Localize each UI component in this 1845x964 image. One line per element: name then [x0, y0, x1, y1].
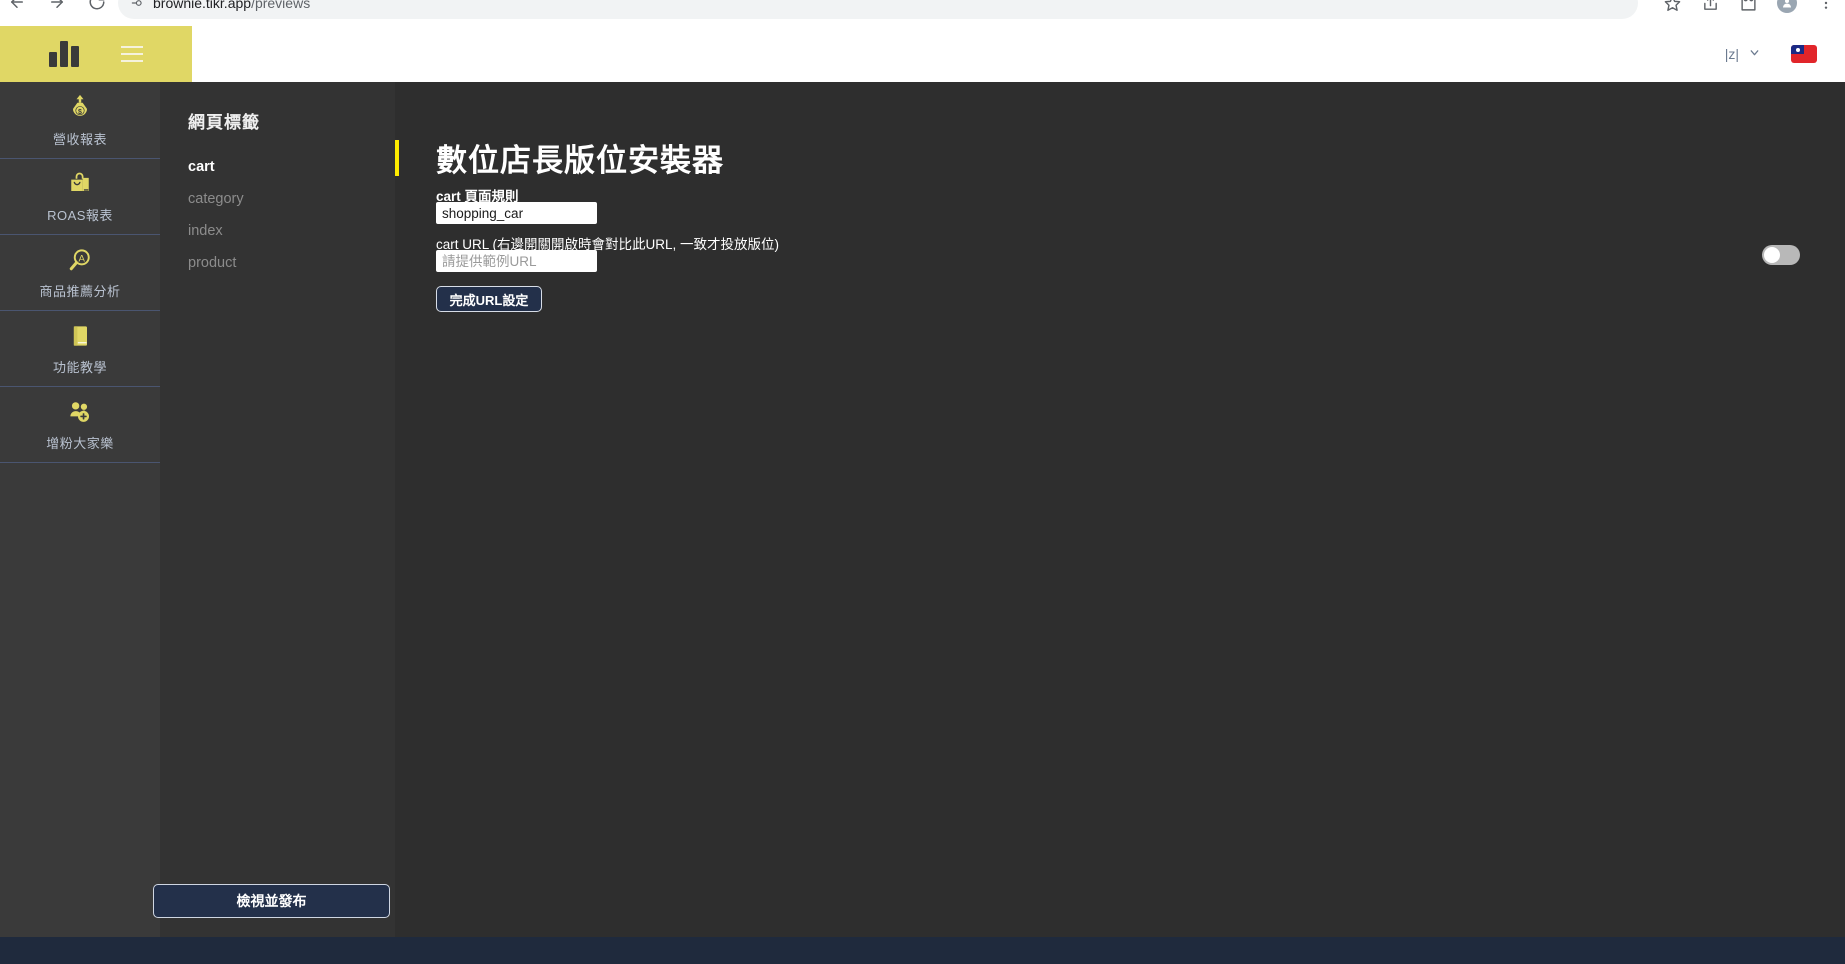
page-title-row: 數位店長版位安裝器	[395, 135, 724, 180]
svg-text:$: $	[78, 109, 82, 116]
url-host: brownie.tikr.app	[153, 0, 252, 11]
sidebar-item-tutorial[interactable]: 功能教學	[0, 311, 160, 387]
main-content: 數位店長版位安裝器 cart 頁面規則 cart URL (右邊開關開啟時會對比…	[395, 82, 1845, 937]
shopping-bag-icon	[66, 169, 94, 199]
header-right-controls: |z|	[1725, 45, 1845, 63]
forward-arrow-icon[interactable]	[48, 0, 66, 11]
toggle-knob	[1764, 247, 1780, 263]
url-path: /previews	[251, 0, 311, 11]
magnifier-a-icon: A	[66, 245, 94, 275]
svg-text:A: A	[79, 253, 86, 264]
tag-list: cart category index product	[160, 151, 395, 279]
language-selector[interactable]: |z|	[1725, 46, 1761, 62]
sidebar-item-roas-report[interactable]: ROAS報表	[0, 159, 160, 235]
browser-chrome: brownie.tikr.app/previews	[0, 0, 1845, 26]
tag-item-product[interactable]: product	[160, 247, 395, 279]
page-title: 數位店長版位安裝器	[436, 143, 724, 178]
sidebar-item-label: 增粉大家樂	[46, 436, 114, 451]
confirm-url-button[interactable]: 完成URL設定	[436, 286, 542, 312]
browser-action-buttons	[1663, 0, 1835, 19]
sidebar-item-label: 營收報表	[52, 132, 107, 147]
profile-avatar-icon[interactable]	[1777, 0, 1797, 13]
sidebar-item-label: 商品推薦分析	[39, 284, 121, 299]
tag-item-cart[interactable]: cart	[160, 151, 395, 183]
add-user-group-icon	[66, 397, 94, 427]
site-info-icon[interactable]	[130, 0, 144, 10]
sidebar-nav: $ 營收報表 ROAS報表 A 商品推薦分析 功能教學 增粉大家樂	[0, 82, 160, 937]
app-header: |z|	[0, 26, 1845, 82]
page-rule-input[interactable]	[436, 202, 597, 224]
sidebar-item-label: ROAS報表	[47, 208, 113, 223]
book-icon	[66, 321, 94, 351]
language-label: |z|	[1724, 46, 1739, 62]
page-url-input[interactable]	[436, 250, 597, 272]
reload-icon[interactable]	[88, 0, 106, 11]
sidebar-item-fan-growth[interactable]: 增粉大家樂	[0, 387, 160, 463]
tag-item-index[interactable]: index	[160, 215, 395, 247]
tag-panel-title: 網頁標籤	[188, 113, 260, 132]
sidebar-item-product-recommendation-analysis[interactable]: A 商品推薦分析	[0, 235, 160, 311]
address-bar-text: brownie.tikr.app/previews	[153, 0, 310, 11]
hamburger-menu-icon[interactable]	[121, 46, 143, 62]
taiwan-flag-icon[interactable]	[1791, 45, 1817, 63]
money-bag-up-icon: $	[66, 93, 94, 123]
back-arrow-icon[interactable]	[8, 0, 26, 11]
tag-panel: 網頁標籤 cart category index product Copyrig…	[153, 82, 395, 937]
sidebar-item-label: 功能教學	[52, 360, 107, 375]
bookmark-star-icon[interactable]	[1663, 0, 1681, 12]
sidebar-item-revenue-report[interactable]: $ 營收報表	[0, 83, 160, 159]
tag-item-category[interactable]: category	[160, 183, 395, 215]
browser-nav-buttons	[8, 0, 106, 18]
brand-block	[0, 26, 192, 82]
share-icon[interactable]	[1701, 0, 1719, 12]
url-compare-toggle[interactable]	[1762, 245, 1800, 265]
application-window: |z| $ 營收報表 ROAS報表 A 商品推薦分析 功能教學 增粉大家樂 網頁…	[0, 26, 1845, 937]
address-bar[interactable]: brownie.tikr.app/previews	[118, 0, 1638, 19]
browser-menu-icon[interactable]	[1817, 0, 1835, 12]
extensions-icon[interactable]	[1739, 0, 1757, 12]
bar-chart-logo-icon[interactable]	[49, 41, 79, 67]
chevron-down-icon	[1748, 46, 1761, 62]
publish-button[interactable]: 檢視並發布	[153, 884, 390, 918]
title-accent-bar	[395, 139, 399, 176]
page-bottom-strip	[0, 937, 1845, 964]
